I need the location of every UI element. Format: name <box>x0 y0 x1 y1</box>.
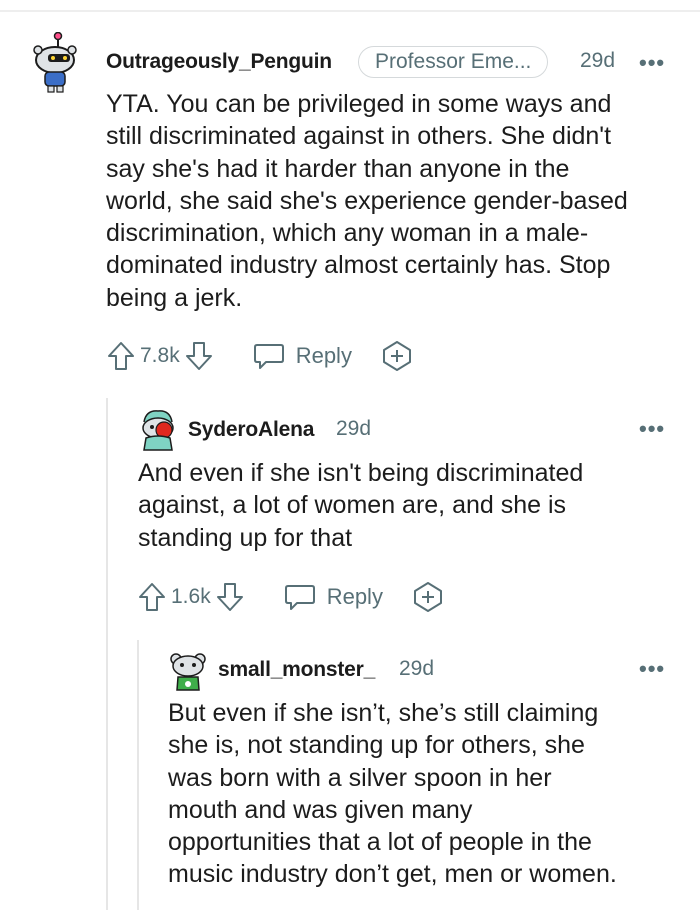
comment-line: But even if she isn’t, she’s still claim… <box>168 699 599 727</box>
comment-small-monster: small_monster_ 29d ••• But even if she i… <box>0 0 700 910</box>
timestamp: 29d <box>399 657 435 680</box>
comment-line: opportunities that a lot of people in th… <box>168 828 592 857</box>
comment-line: was born with a silver spoon in her <box>168 763 552 792</box>
comment-line: music industry don’t get, men or women. <box>168 860 617 889</box>
user-avatar[interactable] <box>168 650 208 694</box>
ellipsis-icon[interactable]: ••• <box>639 658 665 680</box>
comment-line: mouth and was given many <box>168 795 473 824</box>
comment-body: But even if she isn’t, she’s still claim… <box>168 697 688 891</box>
username[interactable]: small_monster_ <box>218 658 375 682</box>
comment-line: she is, not standing up for others, she <box>168 731 585 760</box>
snoo-avatar-icon <box>170 653 206 691</box>
